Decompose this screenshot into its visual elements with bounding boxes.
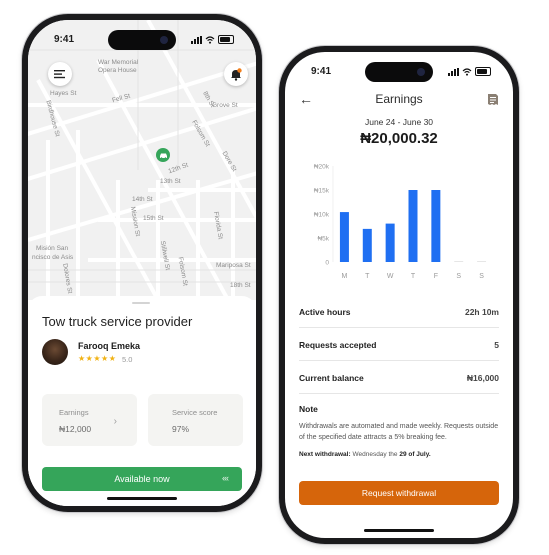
page-title: Earnings — [375, 92, 423, 106]
map-label: War Memorial — [98, 59, 139, 66]
home-indicator[interactable] — [107, 497, 177, 500]
home-indicator[interactable] — [364, 529, 434, 532]
next-withdrawal-date: 29 of July. — [399, 451, 431, 458]
map-label: Misión San — [36, 245, 69, 252]
map-view[interactable]: War Memorial Opera House Hayes St Fell S… — [28, 20, 256, 300]
wifi-icon — [462, 67, 472, 76]
stat-value: 5 — [494, 340, 499, 350]
wifi-icon — [205, 35, 215, 44]
earnings-label: Earnings — [59, 408, 89, 417]
stat-label: Current balance — [299, 373, 364, 383]
map-label: 13th St — [160, 178, 181, 185]
service-score-value: 97% — [172, 424, 190, 434]
map-label: Opera House — [98, 67, 137, 74]
status-icons — [191, 35, 234, 44]
stat-value: 22h 10m — [464, 307, 499, 317]
y-tick-label: ₦10k — [314, 212, 330, 219]
request-withdrawal-button[interactable]: Request withdrawal — [299, 481, 499, 505]
driver-name: Farooq Emeka — [78, 341, 141, 351]
battery-icon — [218, 35, 234, 44]
stat-label: Active hours — [299, 307, 351, 317]
x-tick-label: S — [456, 273, 461, 280]
swipe-chevrons-icon: ‹‹‹ — [222, 473, 229, 483]
service-score-card: Service score 97% — [148, 394, 243, 446]
next-withdrawal-text: Wednesday the — [350, 451, 400, 458]
x-tick-label: T — [365, 273, 370, 280]
nav-bar: ← Earnings — [285, 89, 513, 111]
map-label: 18th St — [230, 282, 251, 289]
x-tick-label: S — [479, 273, 484, 280]
notifications-button[interactable] — [224, 62, 248, 86]
earnings-card[interactable]: Earnings ₦12,000 › — [42, 394, 137, 446]
stat-value: ₦16,000 — [466, 373, 499, 383]
next-withdrawal: Next withdrawal: Wednesday the 29 of Jul… — [299, 451, 431, 458]
car-marker-icon — [159, 153, 167, 159]
total-earnings: ₦20,000.32 — [360, 130, 438, 147]
x-tick-label: T — [411, 273, 416, 280]
bottom-sheet: Tow truck service provider Farooq Emeka … — [28, 296, 256, 506]
service-score-label: Service score — [172, 408, 218, 417]
chart-bar-empty — [454, 261, 464, 262]
signal-icon — [448, 67, 459, 76]
chart-bar — [431, 190, 441, 262]
rating-value: 5.0 — [122, 355, 133, 364]
dynamic-island — [365, 62, 433, 82]
x-tick-label: M — [342, 273, 348, 280]
available-now-label: Available now — [114, 474, 170, 484]
sheet-title: Tow truck service provider — [42, 314, 193, 329]
stat-row-requests: Requests accepted 5 — [299, 328, 499, 361]
available-now-button[interactable]: Available now ‹‹‹ — [42, 467, 242, 491]
stat-row-balance: Current balance ₦16,000 — [299, 361, 499, 394]
date-range: June 24 - June 30 — [364, 117, 434, 127]
chart-bar — [408, 190, 418, 262]
chart-bar — [362, 228, 372, 262]
y-tick-label: 0 — [325, 260, 329, 267]
y-tick-label: ₦15k — [314, 188, 330, 195]
y-tick-label: ₦5k — [317, 236, 329, 243]
map-label: 15th St — [143, 215, 164, 222]
map-label: Mariposa St — [216, 262, 251, 269]
receipt-icon[interactable] — [487, 93, 499, 106]
avatar — [42, 339, 68, 365]
stat-label: Requests accepted — [299, 340, 377, 350]
dynamic-island — [108, 30, 176, 50]
status-time: 9:41 — [54, 34, 75, 45]
request-withdrawal-label: Request withdrawal — [361, 488, 437, 498]
signal-icon — [191, 35, 202, 44]
chart-bar-empty — [477, 261, 487, 262]
menu-button[interactable] — [48, 62, 72, 86]
note-body: Withdrawals are automated and made weekl… — [299, 423, 499, 441]
screen-map: 9:41 War Memorial Opera House Hayes St F… — [28, 20, 256, 506]
map-label: Hayes St — [50, 90, 77, 97]
map-label: Grove St — [212, 102, 238, 109]
y-tick-label: ₦20k — [314, 164, 330, 171]
notification-bell-icon — [231, 67, 242, 81]
star-rating-icon: ★★★★★ — [78, 354, 117, 363]
menu-icon — [54, 70, 65, 79]
stat-row-active-hours: Active hours 22h 10m — [299, 295, 499, 328]
sheet-grabber[interactable] — [132, 302, 150, 304]
phone-driver-map: 9:41 War Memorial Opera House Hayes St F… — [22, 14, 262, 512]
phone-earnings: 9:41 ← Earnings June 24 - June 30 ₦20,00… — [279, 46, 519, 544]
status-time: 9:41 — [311, 66, 332, 77]
next-withdrawal-label: Next withdrawal: — [299, 451, 351, 458]
chart-bar — [385, 223, 395, 262]
battery-icon — [475, 67, 491, 76]
x-tick-label: W — [387, 273, 394, 280]
vehicle-marker[interactable] — [156, 148, 170, 162]
earnings-value: ₦12,000 — [59, 424, 92, 434]
map-label: 14th St — [132, 196, 153, 203]
chart-bar — [339, 212, 349, 262]
map-label: ncisco de Asis — [32, 254, 74, 261]
earnings-bar-chart: ₦20k ₦15k ₦10k ₦5k 0 M T W T F S S — [314, 164, 487, 280]
screen-earnings: 9:41 ← Earnings June 24 - June 30 ₦20,00… — [285, 52, 513, 538]
note-title: Note — [299, 404, 318, 414]
x-tick-label: F — [434, 273, 438, 280]
chevron-right-icon: › — [113, 416, 117, 427]
status-icons — [448, 67, 491, 76]
